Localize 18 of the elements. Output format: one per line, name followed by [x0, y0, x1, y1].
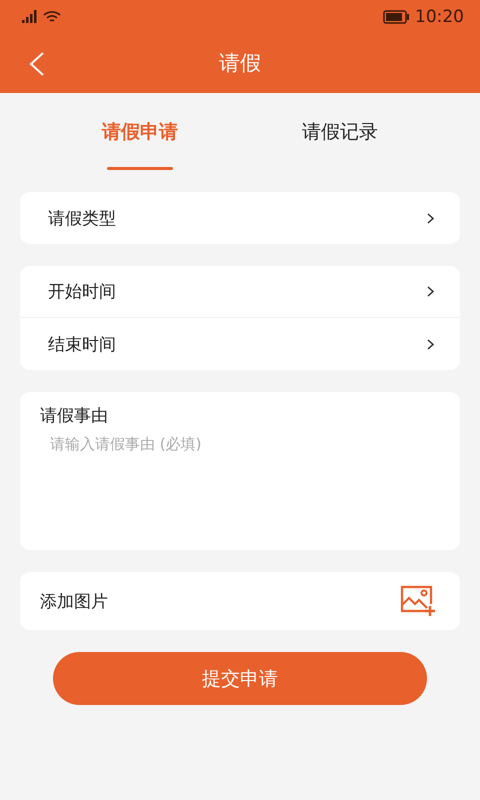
reason-input[interactable]: 请输入请假事由 (必填) — [40, 429, 440, 538]
chevron-right-icon — [427, 212, 434, 224]
add-image-icon[interactable] — [400, 585, 436, 617]
status-time: 10:20 — [415, 6, 464, 26]
page-title: 请假 — [219, 50, 261, 77]
select-row[interactable]: 开始时间 — [20, 266, 460, 318]
field-label: 请假事由 — [40, 405, 109, 427]
chevron-right-icon — [427, 286, 434, 297]
chevron-right-icon — [427, 338, 434, 350]
select-row[interactable]: 结束时间 — [20, 318, 460, 370]
signal-icon — [22, 10, 38, 23]
tab[interactable]: 请假记录 — [240, 93, 440, 170]
battery-icon — [383, 10, 409, 24]
select-row[interactable]: 请假类型 — [20, 192, 460, 244]
wifi-icon — [43, 10, 61, 24]
back-icon[interactable] — [28, 51, 46, 77]
reason-field[interactable]: 请假事由 请输入请假事由 (必填) — [20, 392, 460, 550]
field-label: 添加图片 — [40, 590, 109, 612]
